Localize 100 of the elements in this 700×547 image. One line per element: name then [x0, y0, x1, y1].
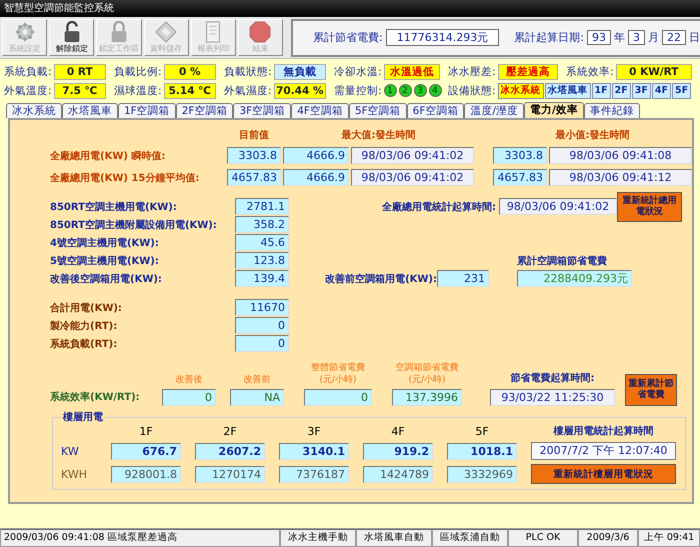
- value-field: 3332969: [447, 466, 517, 482]
- column-header: 空調箱節省電費 (元/小時): [394, 362, 460, 386]
- group-title: 樓層用電: [62, 410, 104, 424]
- column-header: 最小值:發生時間: [554, 128, 630, 142]
- status-value: 5.14 ℃: [164, 82, 216, 98]
- value-field: 0: [162, 389, 216, 406]
- savings-value: 11776314.293元: [386, 29, 500, 46]
- status-value: 水溫過低: [384, 64, 440, 80]
- reading-label: 製冷能力(RT):: [50, 320, 118, 332]
- value-field: 123.8: [235, 252, 289, 269]
- window-title: 智慧型空調節能監控系統: [0, 0, 700, 17]
- status-label: 負載狀態:: [224, 64, 272, 78]
- column-header: 3F: [306, 424, 322, 438]
- column-header: 1F: [138, 424, 154, 438]
- ac-savings-value: 2288409.293元: [517, 270, 632, 287]
- efficiency-label: 系統效率(KW/RT):: [50, 390, 141, 405]
- value-field: 928001.8: [111, 466, 181, 482]
- value-field: 2607.2: [195, 442, 265, 460]
- tab[interactable]: 電力/效率: [524, 102, 584, 118]
- status-bar-cell: 區域泵浦自動: [432, 529, 508, 547]
- time-field: 2007/7/2 下午 12:07:40: [531, 442, 676, 460]
- column-header: 最大值:發生時間: [340, 128, 416, 142]
- value-field: 1424789: [363, 466, 433, 482]
- equipment-status: 2F: [612, 82, 631, 98]
- value-field: 3140.1: [279, 442, 349, 460]
- reading-label: 850RT空調主機用電(KW):: [50, 200, 178, 214]
- reading-label: 5號空調主機用電(KW):: [50, 254, 160, 268]
- stats-start-label: 全廠總用電統計起算時間:: [381, 200, 497, 214]
- column-header: 目前值: [238, 128, 270, 142]
- year-value: 93: [586, 30, 611, 45]
- before-label: 改善前空調箱用電(KW):: [324, 272, 437, 286]
- row-label: 全廠總用電(KW) 瞬時值:: [50, 149, 166, 162]
- value-field: 3303.8: [227, 147, 281, 164]
- reset-total-button[interactable]: 重新統計總用電狀況: [617, 192, 682, 222]
- equipment-status: 1F: [592, 82, 611, 98]
- value-field: 137.3996: [392, 389, 462, 406]
- time-field: 98/03/06 09:41:08: [549, 147, 692, 164]
- tab[interactable]: 冰水系統: [6, 103, 62, 118]
- status-value: 7.5 ℃: [54, 82, 106, 98]
- demand-light: 2: [398, 84, 412, 97]
- floor-stats-label: 樓層用電統計起算時間: [552, 424, 654, 438]
- column-header: 5F: [474, 424, 490, 438]
- tab[interactable]: 3F空調箱: [233, 103, 292, 118]
- day-value: 22: [662, 30, 686, 45]
- status-bar-cell: PLC OK: [508, 529, 578, 547]
- tab[interactable]: 1F空調箱: [118, 103, 176, 118]
- month-value: 3: [628, 30, 645, 45]
- value-field: 3303.8: [493, 147, 547, 164]
- column-header: 改善前: [242, 374, 272, 386]
- value-field: 45.6: [235, 234, 289, 251]
- tab[interactable]: 6F空調箱: [406, 103, 464, 118]
- reset-floor-button[interactable]: 重新統計樓層用電狀況: [531, 464, 676, 484]
- reading-label: 4號空調主機用電(KW):: [50, 236, 160, 250]
- value-field: 4666.9: [283, 147, 349, 164]
- equipment-status: 冰水系統: [498, 82, 544, 98]
- value-field: 676.7: [111, 442, 181, 460]
- tab[interactable]: 4F空調箱: [291, 103, 349, 118]
- column-header: 2F: [222, 424, 238, 438]
- toolbar-button[interactable]: 解除鎖定: [49, 19, 94, 56]
- status-value: 0 RT: [54, 64, 106, 80]
- tab[interactable]: 5F空調箱: [348, 103, 407, 118]
- status-bar-cell: 冰水主機手動: [280, 529, 356, 547]
- status-label: 負載比例:: [114, 64, 162, 78]
- row-label: 全廠總用電(KW) 15分鐘平均值:: [50, 171, 200, 184]
- tab[interactable]: 溫度/溼度: [464, 103, 524, 118]
- demand-light: 3: [414, 84, 427, 97]
- value-field: 231: [437, 270, 489, 287]
- value-field: 4666.9: [283, 169, 349, 186]
- reading-label: 合計用電(KW):: [50, 302, 123, 314]
- status-label: 冰水壓差:: [448, 64, 496, 78]
- status-bar-cell: 上午 09:41: [638, 529, 700, 547]
- reset-savings-button[interactable]: 重新累計節省電費: [625, 374, 677, 406]
- value-field: 11670: [235, 299, 289, 316]
- value-field: 1018.1: [447, 442, 517, 460]
- equipment-status: 3F: [632, 82, 651, 98]
- day-unit: 日: [688, 30, 700, 45]
- tab[interactable]: 事件紀錄: [584, 103, 640, 118]
- time-field: 98/03/06 09:41:02: [351, 147, 474, 164]
- equipment-status: 5F: [672, 82, 692, 98]
- column-header: 改善後: [174, 374, 204, 386]
- equipment-status: 4F: [652, 82, 671, 98]
- column-header: 整體節省電費 (元/小時): [310, 362, 366, 386]
- demand-light: 1: [384, 84, 397, 97]
- value-field: 0: [304, 389, 372, 406]
- tab[interactable]: 2F空調箱: [176, 103, 234, 118]
- reading-label: 改善後空調箱用電(KW):: [50, 272, 163, 286]
- ac-savings-label: 累計空調箱節省電費: [517, 254, 608, 268]
- demand-light: 4: [428, 84, 442, 97]
- year-unit: 年: [614, 30, 625, 45]
- status-value: 0 %: [164, 64, 216, 80]
- status-value: 0 KW/RT: [616, 64, 692, 80]
- status-label: 外氣濕度:: [224, 84, 272, 98]
- row-label: KW: [61, 444, 80, 458]
- reading-label: 系統負載(RT):: [50, 338, 118, 350]
- savings-start-label: 節省電費起算時間:: [510, 372, 596, 385]
- equipment-status: 水塔風車: [544, 82, 591, 98]
- row-label: KWH: [61, 468, 88, 480]
- status-bar-cell: 2009/03/06 09:41:08 區域泵壓差過高: [0, 529, 280, 547]
- tab[interactable]: 水塔風車: [62, 103, 118, 118]
- status-bar-cell: 水塔風車自動: [356, 529, 432, 547]
